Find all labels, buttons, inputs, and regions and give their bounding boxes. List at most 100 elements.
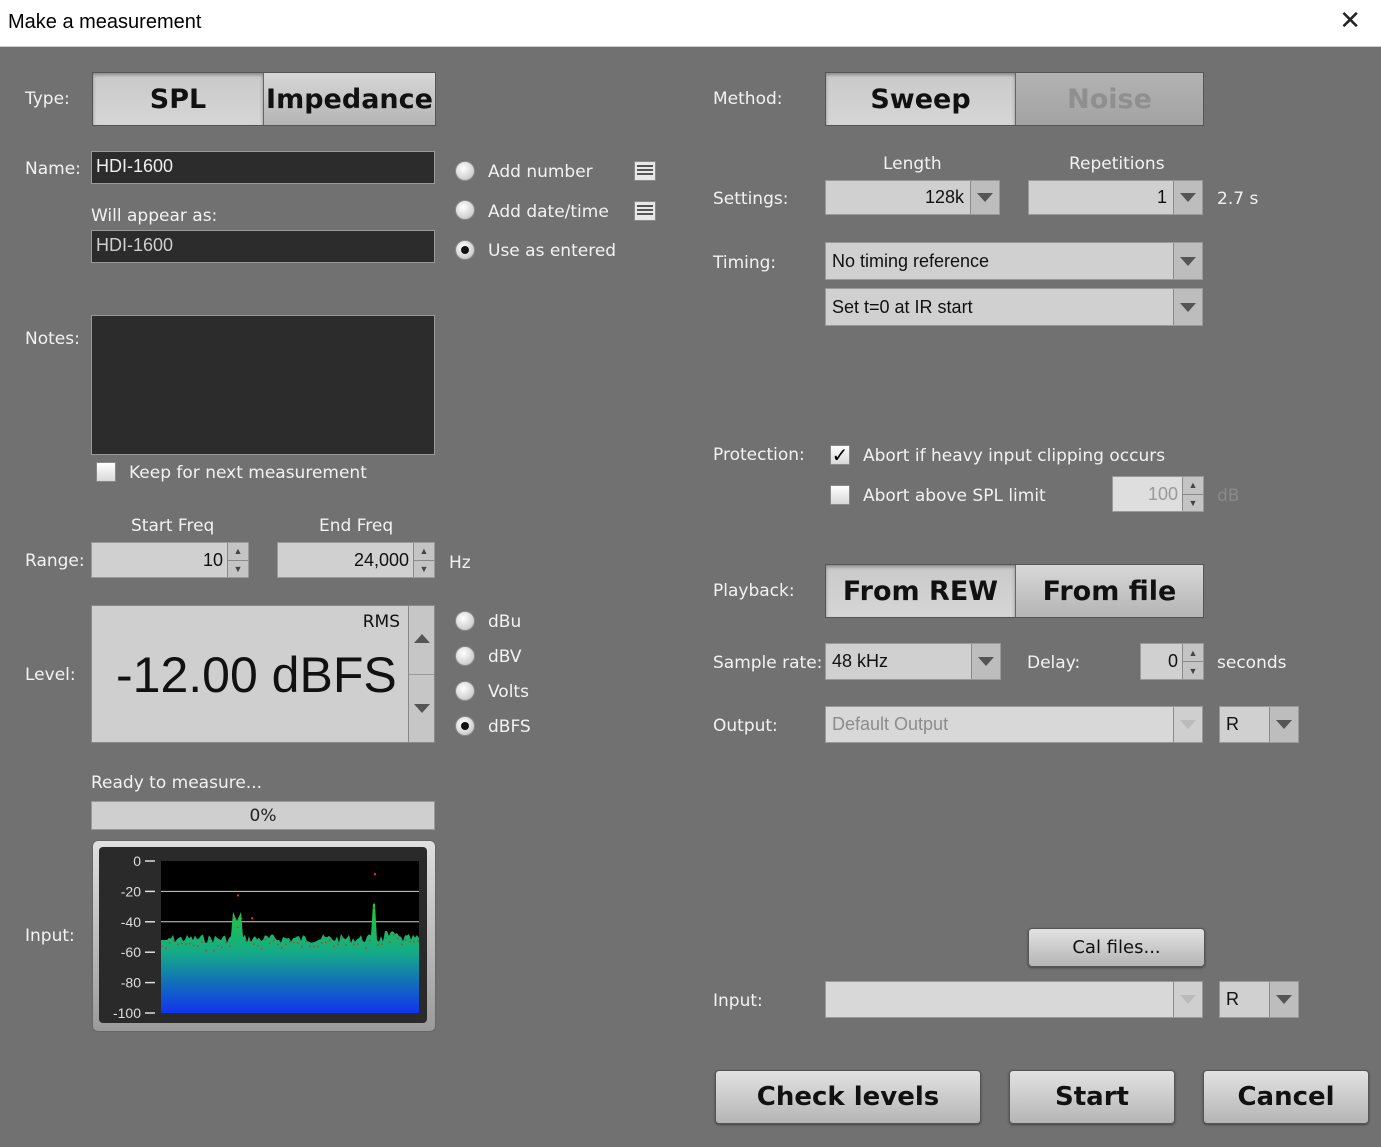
- method-sweep-button[interactable]: Sweep: [826, 73, 1016, 125]
- spin-up-icon[interactable]: ▲: [228, 543, 248, 561]
- peak-marker: [165, 947, 167, 950]
- repetitions-dropdown[interactable]: 1: [1028, 180, 1203, 215]
- start-button[interactable]: Start: [1009, 1070, 1175, 1124]
- peak-marker: [313, 945, 315, 948]
- level-display[interactable]: RMS -12.00 dBFS: [91, 605, 411, 743]
- peak-marker: [381, 943, 383, 945]
- length-label: Length: [883, 154, 942, 174]
- meter-tick-label: -60: [121, 944, 141, 960]
- peak-marker: [297, 942, 299, 944]
- peak-marker: [349, 939, 351, 941]
- peak-marker: [317, 945, 319, 948]
- peak-marker: [325, 941, 327, 944]
- peak-marker: [293, 941, 295, 944]
- peak-marker: [265, 938, 267, 941]
- peak-marker: [169, 942, 171, 944]
- abort-clipping-checkbox[interactable]: ✓: [830, 445, 850, 465]
- peak-marker: [269, 942, 271, 945]
- chevron-down-icon: [1276, 995, 1292, 1004]
- repetitions-value: 1: [1156, 187, 1167, 207]
- peak-marker: [225, 941, 227, 944]
- add-datetime-radio[interactable]: [455, 200, 475, 220]
- unit-dbv-label: dBV: [488, 647, 522, 667]
- cancel-button[interactable]: Cancel: [1203, 1070, 1369, 1124]
- playback-file-button[interactable]: From file: [1016, 565, 1203, 617]
- timing-reference-value: No timing reference: [832, 250, 990, 271]
- output-device-value: Default Output: [832, 714, 949, 734]
- spin-down-icon[interactable]: ▼: [414, 560, 434, 577]
- close-icon[interactable]: ✕: [1339, 6, 1361, 36]
- playback-selector: From REW From file: [825, 564, 1204, 618]
- end-freq-value[interactable]: 24,000: [278, 543, 413, 577]
- abort-spl-checkbox[interactable]: [830, 485, 850, 505]
- use-as-entered-radio[interactable]: [455, 240, 475, 260]
- peak-marker: [253, 943, 255, 945]
- sample-rate-dropdown[interactable]: 48 kHz: [825, 643, 1001, 680]
- abort-clipping-label: Abort if heavy input clipping occurs: [863, 446, 1166, 466]
- meter-tick-label: -80: [121, 975, 141, 991]
- output-channel-value: R: [1226, 714, 1239, 734]
- meter-tick-label: -40: [121, 914, 141, 930]
- peak-marker: [333, 945, 335, 948]
- start-freq-spinner[interactable]: 10 ▲ ▼: [91, 542, 249, 578]
- peak-marker: [221, 946, 223, 949]
- list-icon[interactable]: [634, 201, 656, 221]
- length-value: 128k: [924, 187, 964, 207]
- spl-limit-spinner[interactable]: 100 ▲ ▼: [1112, 476, 1204, 512]
- spin-up-icon[interactable]: ▲: [1183, 644, 1203, 662]
- length-dropdown[interactable]: 128k: [825, 180, 1000, 215]
- chevron-down-icon: [978, 657, 994, 666]
- spin-up-icon[interactable]: ▲: [414, 543, 434, 561]
- spin-down-icon[interactable]: ▼: [1183, 494, 1203, 511]
- chevron-down-icon: [1180, 256, 1196, 266]
- keep-notes-checkbox[interactable]: [96, 462, 116, 482]
- unit-dbfs-radio[interactable]: [455, 716, 475, 736]
- peak-marker: [389, 941, 391, 943]
- end-freq-spinner[interactable]: 24,000 ▲ ▼: [277, 542, 435, 578]
- spin-down-icon[interactable]: ▼: [1183, 662, 1203, 679]
- peak-marker: [197, 945, 199, 947]
- check-levels-button[interactable]: Check levels: [715, 1070, 981, 1124]
- peak-marker: [393, 934, 395, 936]
- notes-textarea[interactable]: [91, 315, 435, 455]
- timing-reference-dropdown[interactable]: No timing reference: [825, 242, 1203, 280]
- unit-volts-label: Volts: [488, 682, 529, 702]
- input-device-dropdown[interactable]: [825, 981, 1203, 1018]
- settings-label: Settings:: [713, 189, 789, 209]
- add-number-label: Add number: [488, 162, 593, 182]
- spin-down-icon[interactable]: ▼: [228, 560, 248, 577]
- spin-up-icon[interactable]: ▲: [1183, 477, 1203, 495]
- unit-dbu-radio[interactable]: [455, 611, 475, 631]
- playback-rew-button[interactable]: From REW: [826, 565, 1016, 617]
- peak-marker: [177, 943, 179, 946]
- output-device-dropdown[interactable]: Default Output: [825, 706, 1203, 743]
- name-input[interactable]: HDI-1600: [91, 151, 435, 184]
- end-freq-label: End Freq: [319, 516, 394, 536]
- timing-ir-dropdown[interactable]: Set t=0 at IR start: [825, 288, 1203, 326]
- delay-spinner[interactable]: 0 ▲ ▼: [1140, 643, 1204, 680]
- input-channel-dropdown[interactable]: R: [1219, 981, 1299, 1018]
- delay-value[interactable]: 0: [1141, 644, 1182, 679]
- method-noise-button[interactable]: Noise: [1016, 73, 1203, 125]
- list-icon[interactable]: [634, 161, 656, 181]
- type-impedance-button[interactable]: Impedance: [264, 73, 435, 125]
- cal-files-button[interactable]: Cal files...: [1028, 928, 1205, 967]
- output-channel-dropdown[interactable]: R: [1219, 706, 1299, 743]
- type-spl-button[interactable]: SPL: [93, 73, 264, 125]
- name-label: Name:: [25, 159, 81, 179]
- unit-dbv-radio[interactable]: [455, 646, 475, 666]
- will-appear-field: HDI-1600: [91, 230, 435, 263]
- type-selector: SPL Impedance: [92, 72, 436, 126]
- start-freq-value[interactable]: 10: [92, 543, 227, 577]
- level-up-icon[interactable]: [414, 634, 430, 643]
- spl-limit-value[interactable]: 100: [1113, 477, 1182, 511]
- peak-marker: [273, 939, 275, 942]
- peak-marker: [397, 937, 399, 940]
- unit-volts-radio[interactable]: [455, 681, 475, 701]
- peak-marker: [161, 945, 163, 948]
- level-scroll[interactable]: [408, 605, 435, 743]
- peak-marker: [217, 945, 219, 947]
- add-number-radio[interactable]: [455, 161, 475, 181]
- chevron-down-icon: [1276, 720, 1292, 729]
- level-down-icon[interactable]: [414, 704, 430, 713]
